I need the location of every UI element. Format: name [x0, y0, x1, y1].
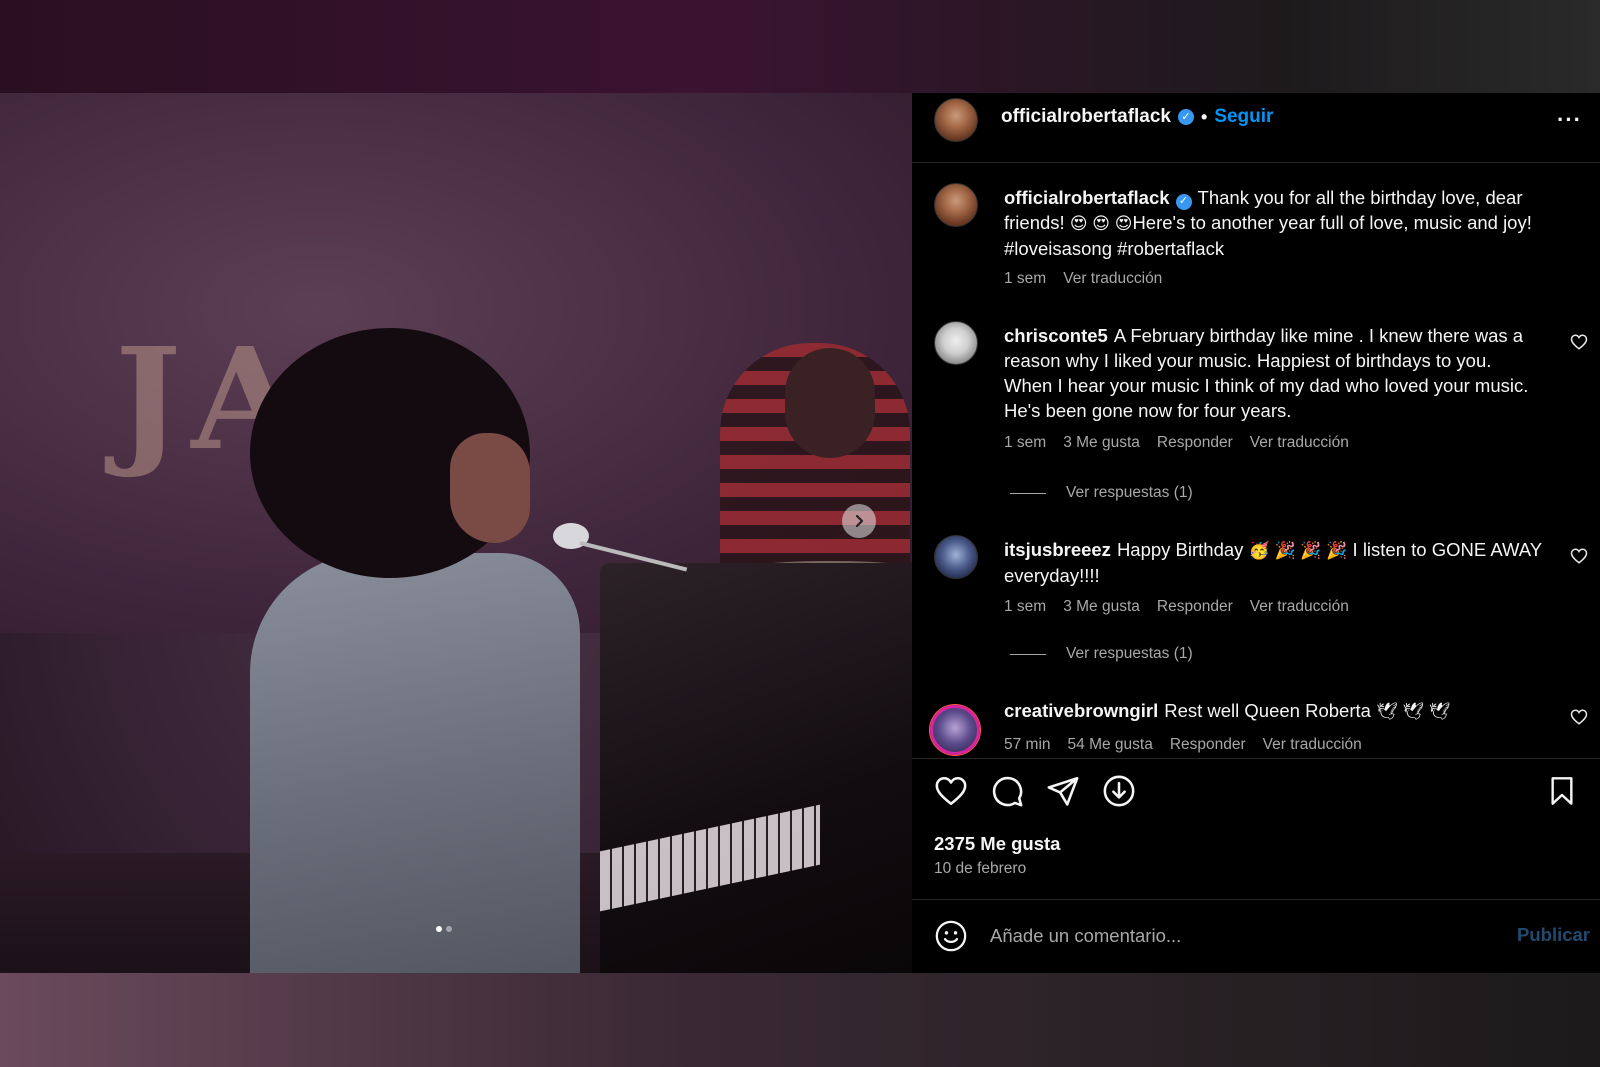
- post-actions: [934, 774, 1136, 808]
- actions-divider: [912, 758, 1600, 759]
- commenter-avatar[interactable]: [934, 321, 978, 365]
- photo-piano: [600, 563, 912, 973]
- comment-like-heart-icon[interactable]: [1570, 333, 1588, 351]
- comment-emojis: 🕊 🕊 🕊: [1376, 702, 1451, 721]
- caption-emojis: 😍 😍 😍: [1069, 214, 1133, 233]
- comment-meta: 57 min 54 Me gusta Responder Ver traducc…: [1004, 736, 1362, 754]
- commenter-username[interactable]: itsjusbreeez: [1004, 539, 1111, 560]
- post-photo[interactable]: JA: [0, 93, 912, 973]
- view-replies-button[interactable]: Ver respuestas (1): [1010, 645, 1193, 663]
- carousel-indicator: [436, 926, 452, 932]
- header-separator: •: [1201, 106, 1208, 127]
- post-date[interactable]: 10 de febrero: [934, 860, 1026, 878]
- comment-time[interactable]: 1 sem: [1004, 598, 1046, 616]
- comment-meta: 1 sem 3 Me gusta Responder Ver traducció…: [1004, 434, 1349, 452]
- comment-translate-link[interactable]: Ver traducción: [1263, 736, 1362, 754]
- comment-input[interactable]: [990, 921, 1470, 951]
- comment-text: itsjusbreeez Happy Birthday 🥳 🎉 🎉 🎉 I lis…: [1004, 537, 1544, 588]
- verified-badge-icon: ✓: [1175, 193, 1192, 210]
- comment-translate-link[interactable]: Ver traducción: [1250, 434, 1349, 452]
- comment-text: chrisconte5 A February birthday like mine…: [1004, 323, 1544, 423]
- more-options-button[interactable]: ···: [1557, 107, 1582, 133]
- caption-avatar[interactable]: [934, 183, 978, 227]
- heart-icon[interactable]: [934, 774, 968, 808]
- comment-body-part1: Rest well Queen Roberta: [1164, 700, 1371, 721]
- bookmark-icon[interactable]: [1546, 774, 1578, 808]
- download-icon[interactable]: [1102, 774, 1136, 808]
- caption-meta: 1 sem Ver traducción: [1004, 270, 1162, 288]
- view-replies-label: Ver respuestas (1): [1066, 484, 1193, 501]
- comment-like-heart-icon[interactable]: [1570, 708, 1588, 726]
- comment-likes[interactable]: 54 Me gusta: [1068, 736, 1153, 754]
- publish-button[interactable]: Publicar: [1517, 924, 1590, 946]
- caption-translate-link[interactable]: Ver traducción: [1063, 270, 1162, 288]
- view-replies-button[interactable]: Ver respuestas (1): [1010, 484, 1193, 502]
- chevron-right-icon: [855, 514, 864, 528]
- carousel-next-button[interactable]: [842, 504, 876, 538]
- photo-drummer-head: [785, 348, 875, 458]
- comment-likes[interactable]: 3 Me gusta: [1063, 434, 1140, 452]
- comment-meta: 1 sem 3 Me gusta Responder Ver traducció…: [1004, 598, 1349, 616]
- like-count[interactable]: 2375 Me gusta: [934, 833, 1060, 855]
- replies-line: [1010, 492, 1046, 494]
- view-replies-label: Ver respuestas (1): [1066, 645, 1193, 662]
- header-user-line: officialrobertaflack ✓ • Seguir: [1001, 106, 1273, 128]
- caption-username[interactable]: officialrobertaflack: [1004, 187, 1170, 208]
- emoji-icon[interactable]: [934, 919, 968, 953]
- author-avatar[interactable]: [934, 98, 978, 142]
- page-backdrop-top: [0, 0, 1600, 93]
- commenter-username[interactable]: creativebrowngirl: [1004, 700, 1158, 721]
- commenter-avatar[interactable]: [934, 535, 978, 579]
- comment-translate-link[interactable]: Ver traducción: [1250, 598, 1349, 616]
- photo-singer-face: [450, 433, 530, 543]
- post-sidebar: officialrobertaflack ✓ • Seguir ··· offi…: [912, 93, 1600, 973]
- comment-time[interactable]: 1 sem: [1004, 434, 1046, 452]
- comment-like-heart-icon[interactable]: [1570, 547, 1588, 565]
- carousel-dot: [446, 926, 452, 932]
- carousel-dot: [436, 926, 442, 932]
- comment-time[interactable]: 57 min: [1004, 736, 1051, 754]
- comment-body-part1: Happy Birthday: [1116, 539, 1244, 560]
- comment-reply-button[interactable]: Responder: [1157, 598, 1233, 616]
- comment-reply-button[interactable]: Responder: [1170, 736, 1246, 754]
- page-backdrop-bottom: [0, 973, 1600, 1067]
- caption-time[interactable]: 1 sem: [1004, 270, 1046, 288]
- input-divider: [912, 899, 1600, 900]
- comment-emojis: 🥳 🎉 🎉 🎉: [1248, 541, 1348, 560]
- commenter-username[interactable]: chrisconte5: [1004, 325, 1108, 346]
- follow-button[interactable]: Seguir: [1214, 106, 1273, 128]
- comment-text: creativebrowngirl Rest well Queen Roberta…: [1004, 698, 1544, 724]
- post-header: officialrobertaflack ✓ • Seguir ···: [912, 93, 1600, 163]
- replies-line: [1010, 653, 1046, 655]
- commenter-avatar-story[interactable]: [930, 705, 980, 755]
- comment-likes[interactable]: 3 Me gusta: [1063, 598, 1140, 616]
- author-username[interactable]: officialrobertaflack: [1001, 106, 1171, 128]
- verified-badge-icon: ✓: [1178, 109, 1194, 125]
- comment-icon[interactable]: [990, 774, 1024, 808]
- caption-text: officialrobertaflack ✓ Thank you for all t…: [1004, 185, 1544, 261]
- comment-reply-button[interactable]: Responder: [1157, 434, 1233, 452]
- share-icon[interactable]: [1046, 774, 1080, 808]
- photo-singer-body: [250, 553, 580, 973]
